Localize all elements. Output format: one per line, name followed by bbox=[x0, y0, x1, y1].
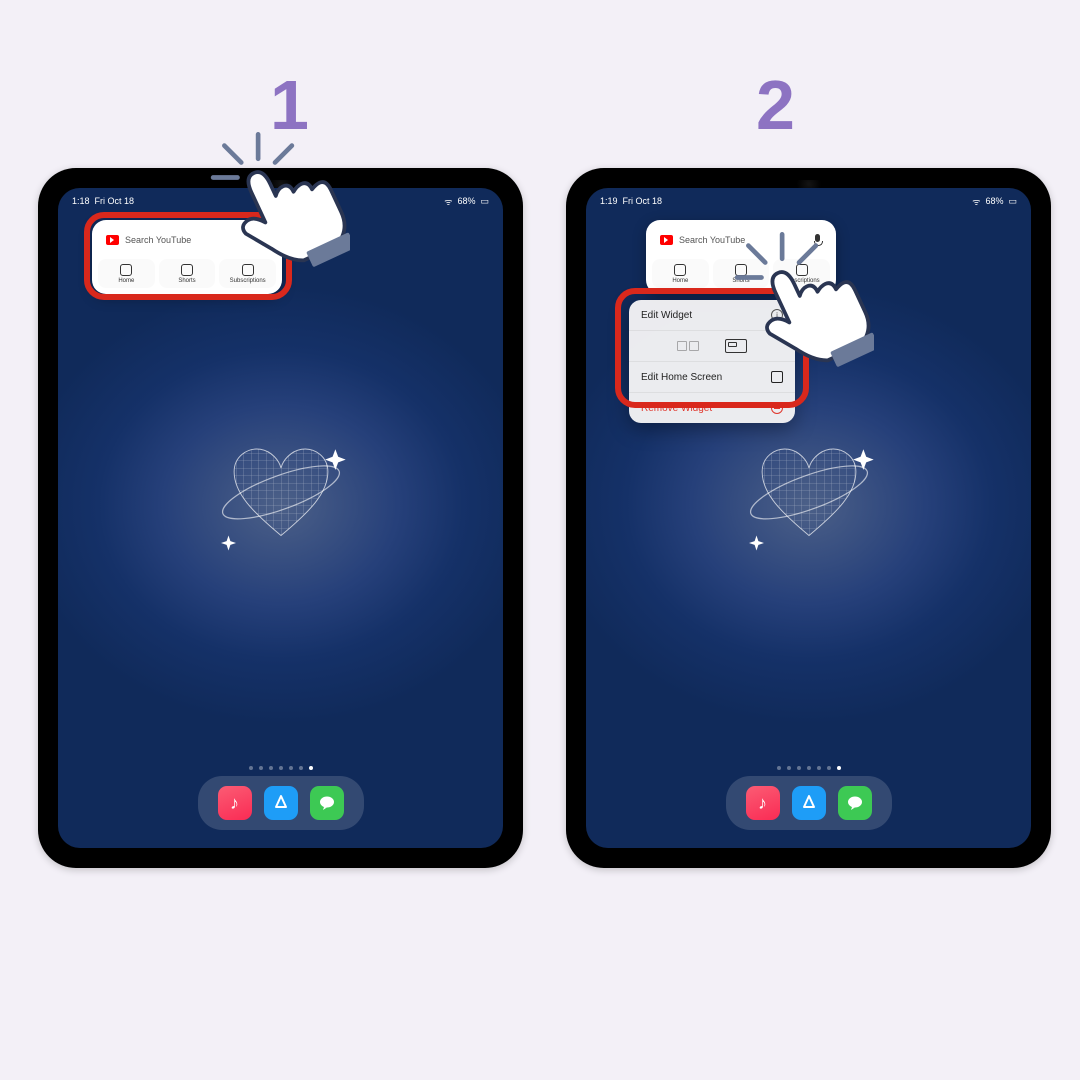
battery-icon: ▭ bbox=[1008, 196, 1017, 207]
app-messages[interactable] bbox=[838, 786, 872, 820]
app-music[interactable]: ♪ bbox=[746, 786, 780, 820]
status-date: Fri Oct 18 bbox=[623, 196, 663, 206]
youtube-tile-home[interactable]: Home bbox=[652, 259, 709, 288]
battery-icon: ▭ bbox=[480, 196, 489, 207]
tap-gesture-icon bbox=[724, 225, 874, 375]
status-bar: 1:19 Fri Oct 18 ᯤ 68% ▭ bbox=[586, 188, 1031, 208]
battery-text: 68% bbox=[457, 196, 475, 206]
messages-icon bbox=[317, 793, 337, 813]
status-time: 1:19 bbox=[600, 196, 618, 206]
appstore-icon bbox=[799, 793, 819, 813]
dock: ♪ bbox=[198, 776, 364, 830]
wifi-icon: ᯤ bbox=[972, 195, 980, 208]
page-indicator[interactable] bbox=[249, 766, 313, 770]
home-screen[interactable]: 1:18 Fri Oct 18 ᯤ 68% ▭ Search YouTube H… bbox=[58, 188, 503, 848]
page-indicator[interactable] bbox=[777, 766, 841, 770]
wallpaper-heart-icon bbox=[206, 423, 356, 573]
app-music[interactable]: ♪ bbox=[218, 786, 252, 820]
tap-gesture-icon bbox=[200, 125, 350, 275]
youtube-icon bbox=[660, 235, 673, 245]
app-appstore[interactable] bbox=[792, 786, 826, 820]
dock: ♪ bbox=[726, 776, 892, 830]
music-icon: ♪ bbox=[758, 793, 767, 814]
app-appstore[interactable] bbox=[264, 786, 298, 820]
wallpaper-heart-icon bbox=[734, 423, 884, 573]
step-label-2: 2 bbox=[756, 65, 795, 145]
messages-icon bbox=[845, 793, 865, 813]
music-icon: ♪ bbox=[230, 793, 239, 814]
appstore-icon bbox=[271, 793, 291, 813]
battery-text: 68% bbox=[985, 196, 1003, 206]
home-icon bbox=[674, 264, 686, 276]
status-date: Fri Oct 18 bbox=[95, 196, 135, 206]
app-messages[interactable] bbox=[310, 786, 344, 820]
wifi-icon: ᯤ bbox=[444, 195, 452, 208]
status-time: 1:18 bbox=[72, 196, 90, 206]
